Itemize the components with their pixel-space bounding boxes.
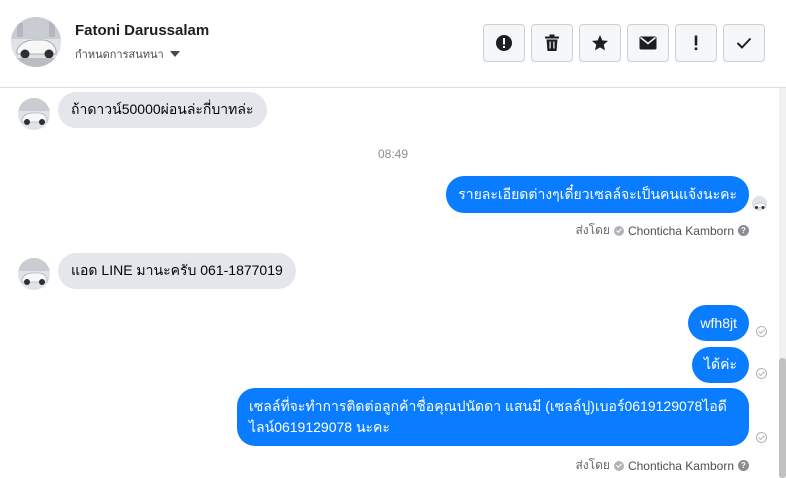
sent-by-line: ส่งโดย Chonticha Kamborn ? [575, 221, 749, 240]
exclamation-icon [694, 35, 698, 51]
alert-circle-icon [496, 35, 512, 51]
help-icon[interactable]: ? [738, 460, 749, 471]
trash-icon [545, 34, 559, 51]
incoming-message[interactable]: แอด LINE มานะครับ 061-1877019 [58, 253, 296, 289]
delivered-check-icon [756, 432, 767, 443]
contact-avatar-small[interactable] [18, 258, 50, 290]
spam-button[interactable] [675, 24, 717, 62]
conversation-settings-dropdown[interactable]: กำหนดการสนทนา [75, 45, 180, 63]
verified-check-icon [613, 460, 624, 471]
delete-button[interactable] [531, 24, 573, 62]
verified-check-icon [613, 225, 624, 236]
sent-by-agent[interactable]: Chonticha Kamborn [628, 224, 734, 238]
scrollbar-thumb[interactable] [779, 358, 786, 478]
outgoing-message[interactable]: wfh8jt [688, 305, 749, 341]
read-receipt-avatar [752, 196, 767, 211]
incoming-message[interactable]: ถ้าดาวน์50000ผ่อนล่ะกี่บาทล่ะ [58, 92, 267, 128]
sent-by-line: ส่งโดย Chonticha Kamborn ? [575, 456, 749, 475]
sent-by-label: ส่งโดย [575, 223, 610, 237]
envelope-icon [639, 36, 657, 50]
done-button[interactable] [723, 24, 765, 62]
contact-name[interactable]: Fatoni Darussalam [75, 22, 209, 39]
star-icon [592, 35, 608, 51]
conversation-header: Fatoni Darussalam กำหนดการสนทนา [0, 0, 786, 88]
message-timestamp: 08:49 [377, 147, 409, 161]
help-icon[interactable]: ? [738, 225, 749, 236]
star-button[interactable] [579, 24, 621, 62]
outgoing-message[interactable]: เซลล์ที่จะทำการติดต่อลูกค้าชื่อคุณปนัดดา… [237, 388, 749, 446]
conversation-settings-label: กำหนดการสนทนา [75, 49, 164, 61]
sent-by-label: ส่งโดย [575, 458, 610, 472]
contact-avatar-small[interactable] [18, 98, 50, 130]
checkmark-icon [736, 37, 752, 49]
delivered-check-icon [756, 368, 767, 379]
sent-by-agent[interactable]: Chonticha Kamborn [628, 459, 734, 473]
report-button[interactable] [483, 24, 525, 62]
contact-avatar[interactable] [11, 17, 61, 67]
outgoing-message[interactable]: รายละเอียดต่างๆเดี๋ยวเซลล์จะเป็นคนแจ้งนะ… [446, 176, 749, 213]
delivered-check-icon [756, 326, 767, 337]
outgoing-message[interactable]: ได้ค่ะ [691, 347, 749, 383]
caret-down-icon [169, 51, 180, 57]
mark-unread-button[interactable] [627, 24, 669, 62]
